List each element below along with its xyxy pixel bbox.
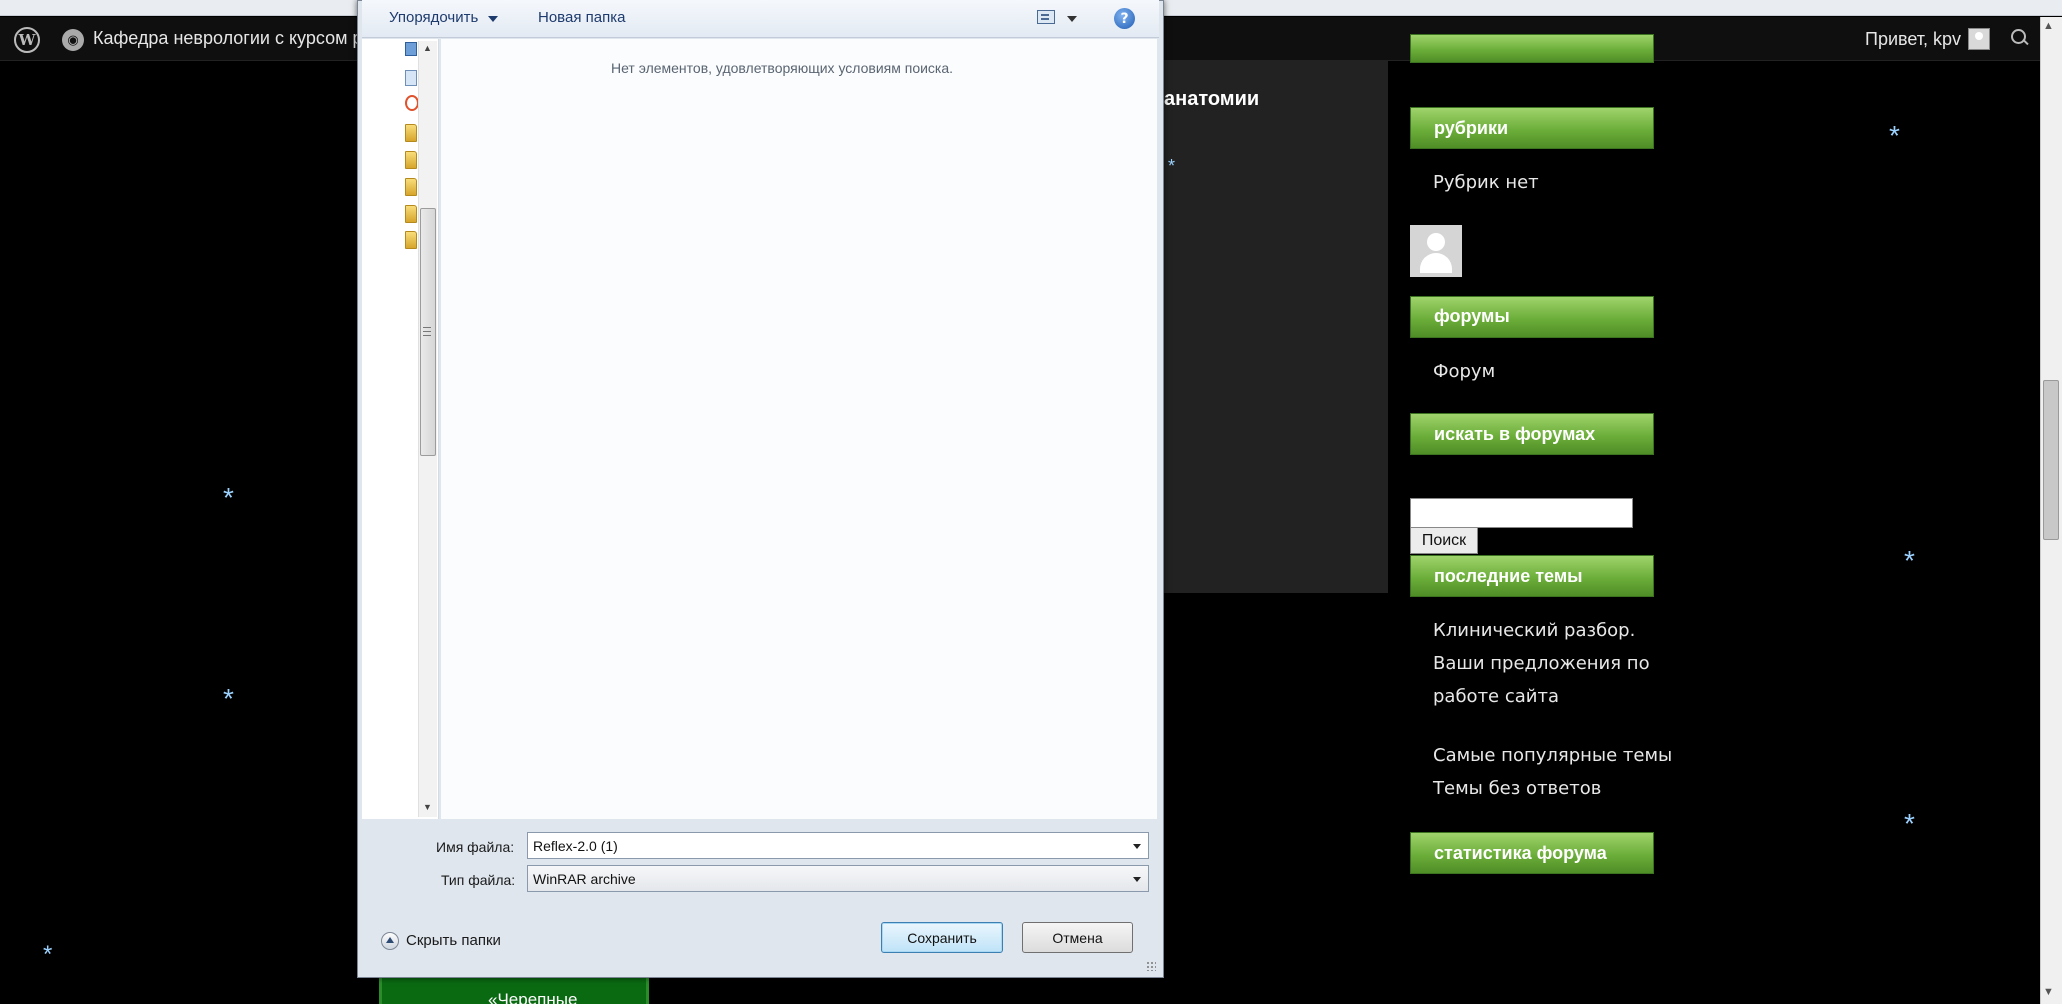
widget-title-search-forums: искать в форумах xyxy=(1434,424,1596,444)
snowflake-icon: * xyxy=(1889,120,1900,151)
widget-title-rubrics: рубрики xyxy=(1434,118,1509,138)
collapse-folders-icon[interactable] xyxy=(381,932,399,950)
filename-value[interactable]: Reflex-2.0 (1) xyxy=(533,838,618,854)
scroll-down-arrow-icon[interactable]: ▼ xyxy=(2043,986,2054,998)
change-view-icon[interactable] xyxy=(1037,10,1055,24)
wordpress-logo-icon[interactable]: W xyxy=(14,27,40,53)
chevron-down-icon[interactable] xyxy=(488,16,498,22)
recent-topic-line[interactable]: Ваши предложения по xyxy=(1433,653,1650,674)
save-button[interactable]: Сохранить xyxy=(881,922,1003,953)
chevron-down-icon[interactable] xyxy=(1133,877,1141,882)
snowflake-icon: * xyxy=(223,482,234,513)
media-player-icon[interactable] xyxy=(405,95,419,111)
main-content-panel xyxy=(1158,61,1388,593)
snowflake-icon: * xyxy=(223,683,234,714)
scroll-down-arrow-icon[interactable]: ▼ xyxy=(423,802,432,812)
computer-icon[interactable] xyxy=(405,42,417,56)
empty-results-message: Нет элементов, удовлетворяющих условиям … xyxy=(611,60,954,76)
organize-menu-button[interactable]: Упорядочить xyxy=(389,9,478,26)
resize-grip-icon[interactable] xyxy=(1146,961,1156,971)
avatar[interactable] xyxy=(1410,225,1462,277)
filename-field[interactable] xyxy=(527,832,1149,859)
snowflake-icon: * xyxy=(1904,545,1915,576)
site-name-link[interactable]: Кафедра неврологии с курсом ре xyxy=(93,28,372,49)
user-avatar-icon[interactable] xyxy=(1968,28,1990,50)
chevron-down-icon[interactable] xyxy=(1067,16,1077,22)
snowflake-icon: * xyxy=(1904,808,1915,839)
snowflake-icon: * xyxy=(43,941,53,968)
folder-icon[interactable] xyxy=(405,178,417,196)
forum-link[interactable]: Форум xyxy=(1433,361,1495,382)
scroll-up-arrow-icon[interactable]: ▲ xyxy=(423,43,432,53)
post-title-fragment[interactable]: анатомии xyxy=(1164,88,1259,111)
filename-label: Имя файла: xyxy=(436,839,515,855)
scroll-up-arrow-icon[interactable]: ▲ xyxy=(2043,20,2054,32)
filetype-value[interactable]: WinRAR archive xyxy=(533,871,636,887)
widget-title-forums: форумы xyxy=(1434,306,1510,326)
hide-folders-toggle[interactable]: Скрыть папки xyxy=(406,932,501,949)
file-list-pane[interactable] xyxy=(441,39,1157,819)
folder-icon[interactable] xyxy=(405,205,417,223)
category-tag-label[interactable]: «Черепные xyxy=(488,990,577,1004)
folder-icon[interactable] xyxy=(405,231,417,249)
documents-icon[interactable] xyxy=(405,70,417,86)
search-icon[interactable] xyxy=(2010,28,2030,48)
folder-icon[interactable] xyxy=(405,124,417,142)
popular-topics-link[interactable]: Самые популярные темы xyxy=(1433,745,1672,766)
scroll-grip-icon xyxy=(423,327,431,336)
filetype-label: Тип файла: xyxy=(441,872,516,888)
forum-search-button[interactable]: Поиск xyxy=(1410,527,1478,554)
forum-search-input[interactable] xyxy=(1410,498,1633,528)
snowflake-icon: * xyxy=(1168,156,1176,176)
help-icon[interactable]: ? xyxy=(1114,8,1135,29)
page-scroll-thumb[interactable] xyxy=(2043,380,2059,540)
folder-icon[interactable] xyxy=(405,151,417,169)
rubrics-empty-text: Рубрик нет xyxy=(1433,172,1539,193)
dashboard-icon[interactable]: ◉ xyxy=(62,29,84,51)
unanswered-topics-link[interactable]: Темы без ответов xyxy=(1433,778,1601,799)
widget-header-partial xyxy=(1410,34,1654,63)
user-greeting[interactable]: Привет, kpv xyxy=(1865,29,1961,50)
recent-topic-line[interactable]: Клинический разбор. xyxy=(1433,620,1635,641)
cancel-button[interactable]: Отмена xyxy=(1022,922,1133,953)
recent-topic-line[interactable]: работе сайта xyxy=(1433,686,1559,707)
new-folder-button[interactable]: Новая папка xyxy=(538,9,625,26)
chevron-down-icon[interactable] xyxy=(1133,844,1141,849)
widget-title-forum-stats: статистика форума xyxy=(1434,843,1607,863)
widget-title-recent-topics: последние темы xyxy=(1434,566,1583,586)
